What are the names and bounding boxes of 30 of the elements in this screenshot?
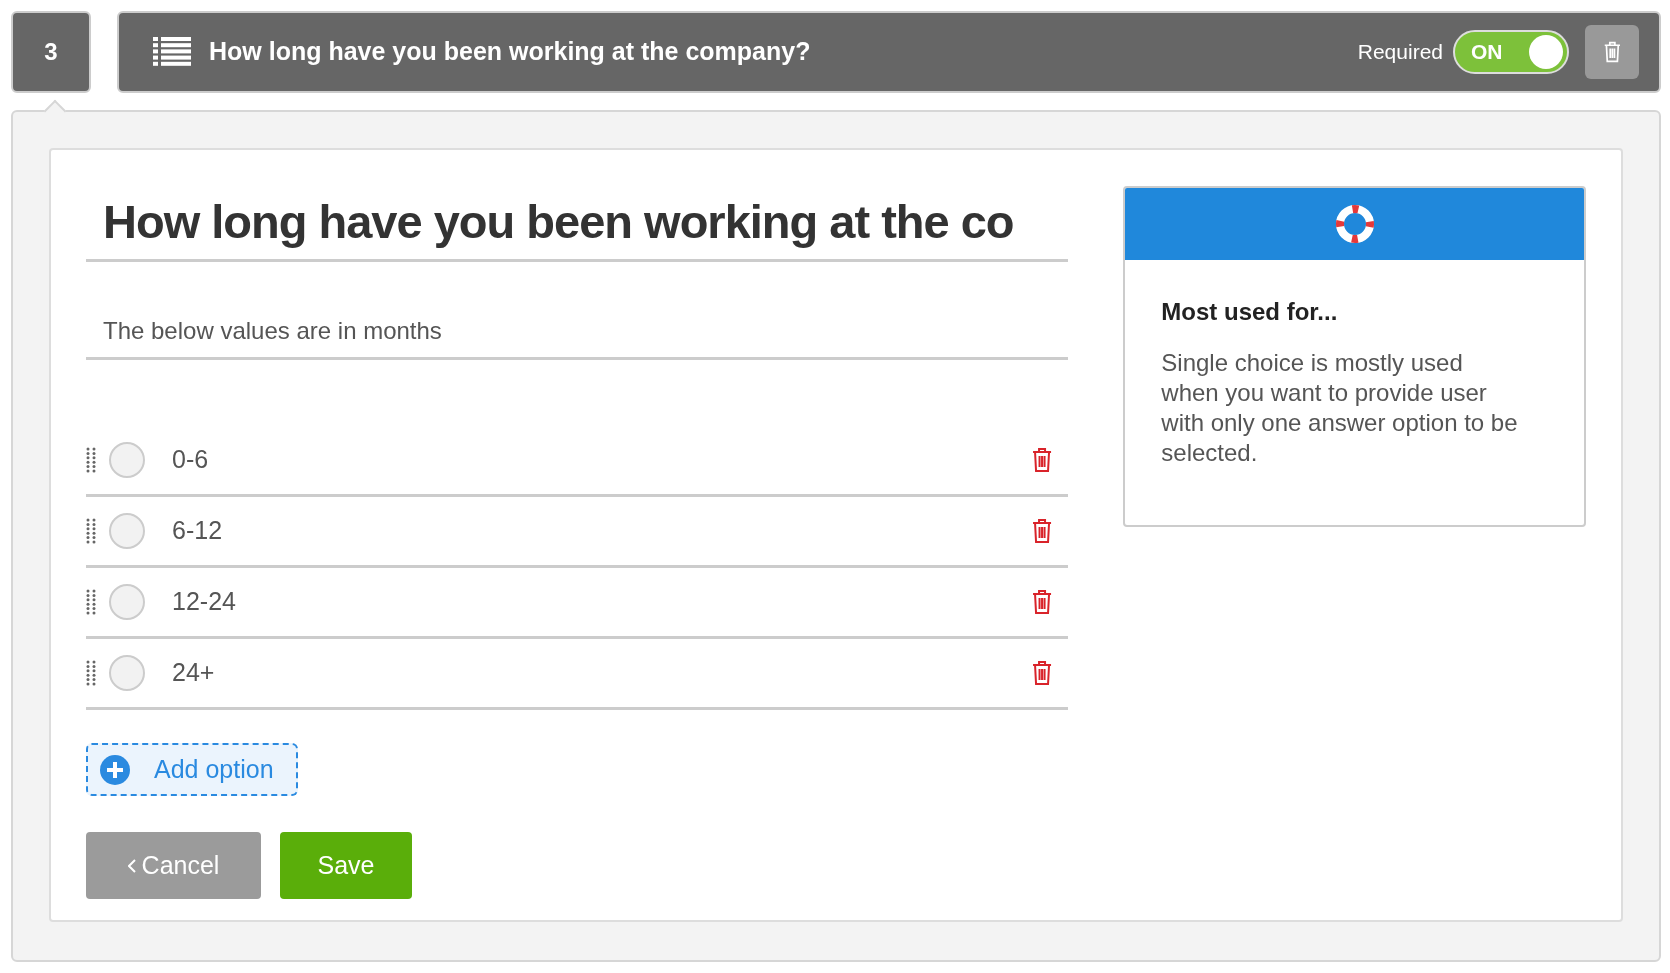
option-field[interactable]: 0-6 — [172, 441, 1030, 479]
question-title-field[interactable]: How long have you been working at the co — [86, 186, 1069, 262]
help-heading: Most used for... — [1161, 297, 1339, 327]
chevron-left-icon — [127, 858, 136, 873]
description-field[interactable]: The below values are in months — [86, 304, 1069, 360]
radio-button[interactable] — [109, 442, 145, 478]
trash-icon — [1031, 589, 1054, 615]
help-text: Single choice is mostly used when you want to provide user with only one answer option to be selected. — [1161, 348, 1519, 468]
life-ring-icon — [1334, 204, 1375, 244]
plus-icon — [100, 754, 130, 785]
radio-button[interactable] — [109, 655, 145, 691]
drag-handle-icon[interactable] — [86, 589, 96, 615]
required-label: Required — [1357, 39, 1443, 66]
radio-button[interactable] — [109, 584, 145, 620]
list-icon — [153, 37, 191, 67]
toggle-knob — [1529, 35, 1563, 69]
delete-question-button[interactable] — [1585, 25, 1639, 79]
trash-icon — [1031, 447, 1054, 473]
question-number: 3 — [11, 11, 91, 93]
question-title: How long have you been working at the company? — [209, 36, 811, 68]
option-field[interactable]: 24+ — [172, 654, 1030, 692]
trash-icon — [1031, 660, 1054, 686]
option-field[interactable]: 12-24 — [172, 583, 1030, 621]
drag-handle-icon[interactable] — [86, 447, 96, 473]
drag-handle-icon[interactable] — [86, 660, 96, 686]
trash-icon — [1031, 518, 1054, 544]
radio-button[interactable] — [109, 513, 145, 549]
option-field[interactable]: 6-12 — [172, 512, 1030, 550]
trash-icon — [1602, 41, 1622, 63]
drag-handle-icon[interactable] — [86, 518, 96, 544]
